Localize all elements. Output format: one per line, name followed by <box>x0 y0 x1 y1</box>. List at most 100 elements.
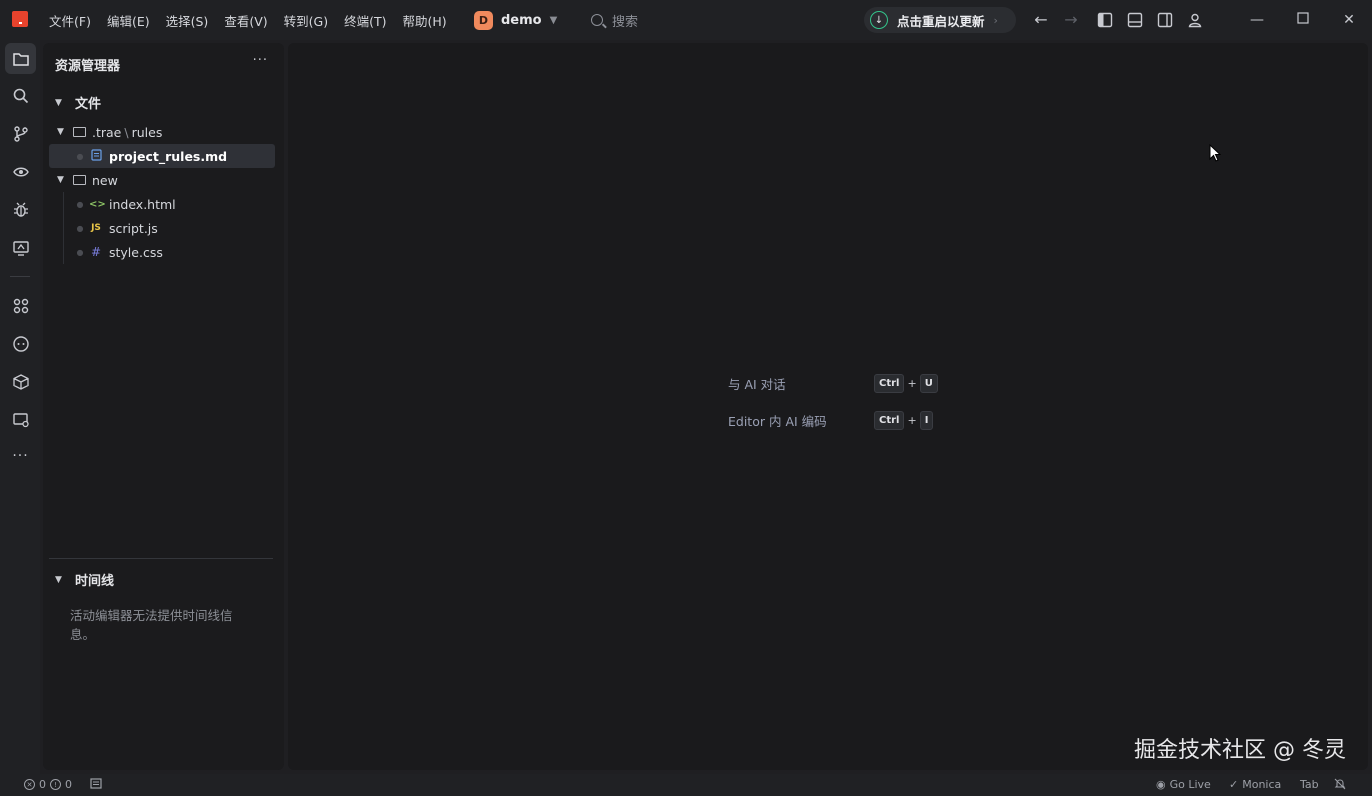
css-file-icon: # <box>90 245 102 259</box>
account-icon[interactable] <box>1187 12 1203 28</box>
status-bar: ✕ 0 ! 0 ◉ Go Live ✓ Monica Tab <box>0 774 1372 796</box>
app-logo <box>12 11 28 27</box>
close-icon[interactable]: ✕ <box>1341 12 1357 28</box>
search-label: 搜索 <box>612 14 639 30</box>
more-icon[interactable]: ··· <box>5 440 36 471</box>
explorer-icon[interactable] <box>5 43 36 74</box>
search-box[interactable]: 搜索 <box>591 10 638 30</box>
menu-view[interactable]: 查看(V) <box>224 11 267 30</box>
extensions-icon[interactable] <box>5 290 36 321</box>
search-icon[interactable] <box>5 80 36 111</box>
toggle-bottom-panel-icon[interactable] <box>1127 12 1143 28</box>
tree-folder-trae-rules[interactable]: ▼ .trae \ rules <box>49 120 275 144</box>
maximize-icon[interactable] <box>1295 12 1311 28</box>
folder-label-2: rules <box>131 124 163 140</box>
forward-arrow-icon[interactable]: → <box>1063 12 1079 28</box>
chevron-down-icon: ▼ <box>57 175 64 185</box>
monica-label: Monica <box>1242 778 1282 791</box>
hint-ai-chat: 与 AI 对话 Ctrl + U <box>728 374 938 393</box>
chevron-down-icon: ▼ <box>57 127 64 137</box>
download-icon: ↓ <box>870 11 888 29</box>
back-arrow-icon[interactable]: ← <box>1033 12 1049 28</box>
folder-label: .trae <box>92 124 122 140</box>
toggle-left-panel-icon[interactable] <box>1097 12 1113 28</box>
terminal-icon[interactable] <box>90 778 102 789</box>
key-ctrl: Ctrl <box>874 374 905 393</box>
folder-icon <box>73 127 86 137</box>
error-count: 0 <box>39 778 46 791</box>
tree-file-index-html[interactable]: ● <> index.html <box>49 192 275 216</box>
indent-dot: ● <box>76 151 84 161</box>
source-control-icon[interactable] <box>5 118 36 149</box>
warning-icon: ! <box>50 779 61 790</box>
debug-bug-icon[interactable] <box>5 194 36 225</box>
hint-label: 与 AI 对话 <box>728 377 786 392</box>
project-switcher[interactable]: D demo ▼ <box>474 10 557 30</box>
chevron-down-icon: ▼ <box>55 97 62 108</box>
tree-file-project-rules[interactable]: ● project_rules.md <box>49 144 275 168</box>
tab-indicator[interactable]: Tab <box>1300 778 1319 791</box>
tree-folder-new[interactable]: ▼ new <box>49 168 275 192</box>
indent-dot: ● <box>76 199 84 209</box>
timeline-section-label: 时间线 <box>75 574 115 589</box>
files-section-label: 文件 <box>75 97 102 112</box>
warning-count: 0 <box>65 778 72 791</box>
go-live-label: Go Live <box>1169 778 1211 791</box>
menu-help[interactable]: 帮助(H) <box>402 11 446 30</box>
chevron-down-icon: ▼ <box>55 574 62 585</box>
menu-selection[interactable]: 选择(S) <box>166 11 209 30</box>
indent-dot: ● <box>76 223 84 233</box>
package-box-icon[interactable] <box>5 366 36 397</box>
go-live-button[interactable]: ◉ Go Live <box>1156 778 1211 791</box>
activity-separator <box>10 276 30 277</box>
key-i: I <box>919 411 934 430</box>
minimize-icon[interactable]: — <box>1249 12 1265 28</box>
menu-go[interactable]: 转到(G) <box>284 11 328 30</box>
tree-file-style-css[interactable]: ● # style.css <box>49 240 275 264</box>
toggle-right-panel-icon[interactable] <box>1157 12 1173 28</box>
key-plus: + <box>907 414 917 427</box>
explorer-sidebar: 资源管理器 ··· ▼ 文件 ▼ .trae \ rules ● project… <box>43 43 284 770</box>
menu-edit[interactable]: 编辑(E) <box>107 11 150 30</box>
remote-explorer-icon[interactable] <box>5 404 36 435</box>
sidebar-divider[interactable] <box>49 558 273 559</box>
editor-area[interactable]: 与 AI 对话 Ctrl + U Editor 内 AI 编码 Ctrl + I… <box>288 43 1368 770</box>
title-bar: 文件(F) 编辑(E) 选择(S) 查看(V) 转到(G) 终端(T) 帮助(H… <box>0 0 1372 40</box>
sidebar-title: 资源管理器 <box>55 59 121 74</box>
update-label: 点击重启以更新 <box>897 13 985 29</box>
error-icon: ✕ <box>24 779 35 790</box>
problems-indicator[interactable]: ✕ 0 ! 0 <box>24 778 72 791</box>
hint-label: Editor 内 AI 编码 <box>728 414 827 429</box>
mouse-cursor-icon <box>1209 143 1222 166</box>
indent-dot: ● <box>76 247 84 257</box>
monica-button[interactable]: ✓ Monica <box>1229 778 1281 791</box>
watermark: 掘金技术社区 @ 冬灵 <box>1134 738 1346 763</box>
file-label: project_rules.md <box>109 148 228 164</box>
check-icon: ✓ <box>1229 778 1239 791</box>
menu-bar: 文件(F) 编辑(E) 选择(S) 查看(V) 转到(G) 终端(T) 帮助(H… <box>49 0 463 40</box>
menu-terminal[interactable]: 终端(T) <box>344 11 386 30</box>
project-name: demo <box>501 12 542 28</box>
chevron-right-icon: › <box>993 13 998 27</box>
menu-file[interactable]: 文件(F) <box>49 11 91 30</box>
notifications-muted-icon[interactable] <box>1334 778 1346 790</box>
hint-inline-ai: Editor 内 AI 编码 Ctrl + I <box>728 411 934 430</box>
file-label: style.css <box>109 244 163 260</box>
tree-file-script-js[interactable]: ● JS script.js <box>49 216 275 240</box>
run-debug-eye-icon[interactable] <box>5 156 36 187</box>
ai-chat-icon[interactable] <box>5 328 36 359</box>
folder-label: new <box>92 172 118 188</box>
js-file-icon: JS <box>91 223 101 233</box>
files-section-header[interactable]: ▼ 文件 <box>55 93 101 112</box>
path-separator: \ <box>124 124 129 140</box>
folder-icon <box>73 175 86 185</box>
restart-update-button[interactable]: ↓ 点击重启以更新 › <box>864 7 1016 33</box>
activity-bar: ··· <box>0 40 40 774</box>
search-icon <box>591 14 603 26</box>
timeline-section-header[interactable]: ▼ 时间线 <box>55 570 114 589</box>
tab-label: Tab <box>1300 778 1319 791</box>
file-label: script.js <box>109 220 158 236</box>
more-actions-icon[interactable]: ··· <box>253 53 268 68</box>
project-badge: D <box>474 10 493 30</box>
remote-monitor-icon[interactable] <box>5 232 36 263</box>
